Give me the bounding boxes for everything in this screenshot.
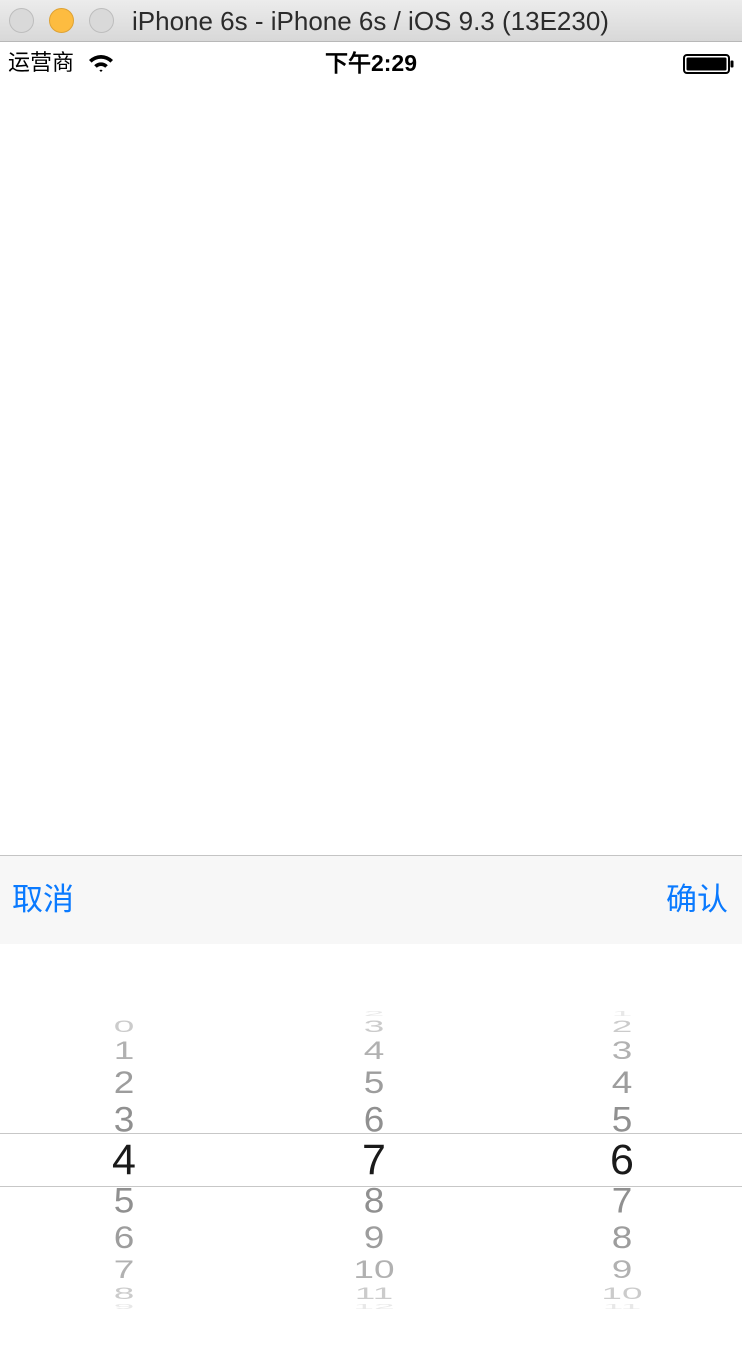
picker-row[interactable]: 10 xyxy=(274,1257,474,1282)
picker-row[interactable]: 2 xyxy=(24,1066,224,1098)
window-minimize-button[interactable] xyxy=(49,8,74,33)
picker-row[interactable]: 4 xyxy=(522,1066,722,1098)
picker-row[interactable]: 5 xyxy=(522,1102,722,1138)
picker-toolbar: 取消 确认 xyxy=(0,855,742,944)
picker-row[interactable]: 5 xyxy=(274,1066,474,1098)
picker-row[interactable]: 9 xyxy=(522,1257,722,1282)
simulator-title-bar: iPhone 6s - iPhone 6s / iOS 9.3 (13E230) xyxy=(0,0,742,42)
picker-row[interactable]: 11 xyxy=(522,1303,722,1311)
picker-row[interactable]: 0 xyxy=(24,1018,224,1035)
picker-row[interactable]: 11 xyxy=(274,1285,474,1302)
window-close-button[interactable] xyxy=(9,8,34,33)
picker-row[interactable]: 9 xyxy=(274,1222,474,1254)
status-bar-time: 下午2:29 xyxy=(324,50,418,76)
status-bar: 运营商 下午2:29 xyxy=(0,42,742,84)
cancel-button[interactable]: 取消 xyxy=(12,881,74,919)
picker-row[interactable]: 7 xyxy=(24,1257,224,1282)
picker-view[interactable]: 0123456789 2 3 4 5 6 7 8 9 10 11 12 1 2 3 4 5 6 7 8 9 10 11 xyxy=(0,944,742,1366)
picker-selected-row[interactable]: 4 xyxy=(24,1138,224,1182)
battery-icon xyxy=(683,54,734,74)
picker-row[interactable]: 3 xyxy=(24,1102,224,1138)
picker-row[interactable]: 8 xyxy=(522,1222,722,1254)
picker-row[interactable]: 8 xyxy=(274,1183,474,1219)
picker-row[interactable]: 4 xyxy=(274,1038,474,1063)
picker-row[interactable]: 3 xyxy=(274,1018,474,1035)
picker-column-2[interactable]: 2 3 4 5 6 7 8 9 10 11 12 xyxy=(274,944,474,1366)
picker-row[interactable]: 2 xyxy=(522,1018,722,1035)
picker-selected-row[interactable]: 7 xyxy=(274,1138,474,1182)
picker-row[interactable]: 3 xyxy=(522,1038,722,1063)
picker-selected-row[interactable]: 6 xyxy=(522,1138,722,1182)
picker-row[interactable]: 1 xyxy=(24,1038,224,1063)
picker-column-1[interactable]: 0 1 2 3456 7 89 xyxy=(24,944,224,1366)
picker-row[interactable]: 2 xyxy=(274,1009,474,1017)
content-area xyxy=(0,84,742,855)
picker-row[interactable]: 7 xyxy=(522,1183,722,1219)
picker-row[interactable]: 6 xyxy=(24,1222,224,1254)
confirm-button[interactable]: 确认 xyxy=(666,881,728,919)
picker-row[interactable]: 5 xyxy=(24,1183,224,1219)
picker-row[interactable]: 9 xyxy=(24,1303,224,1311)
picker-row[interactable]: 12 xyxy=(274,1303,474,1311)
picker-row[interactable]: 10 xyxy=(522,1285,722,1302)
window-title: iPhone 6s - iPhone 6s / iOS 9.3 (13E230) xyxy=(132,6,609,36)
picker-row[interactable]: 1 xyxy=(522,1009,722,1017)
picker-row[interactable]: 8 xyxy=(24,1285,224,1302)
window-zoom-button[interactable] xyxy=(89,8,114,33)
picker-row[interactable]: 6 xyxy=(274,1102,474,1138)
picker-column-3[interactable]: 1 2 3 4 5 6 7 8 9 10 11 xyxy=(522,944,722,1366)
